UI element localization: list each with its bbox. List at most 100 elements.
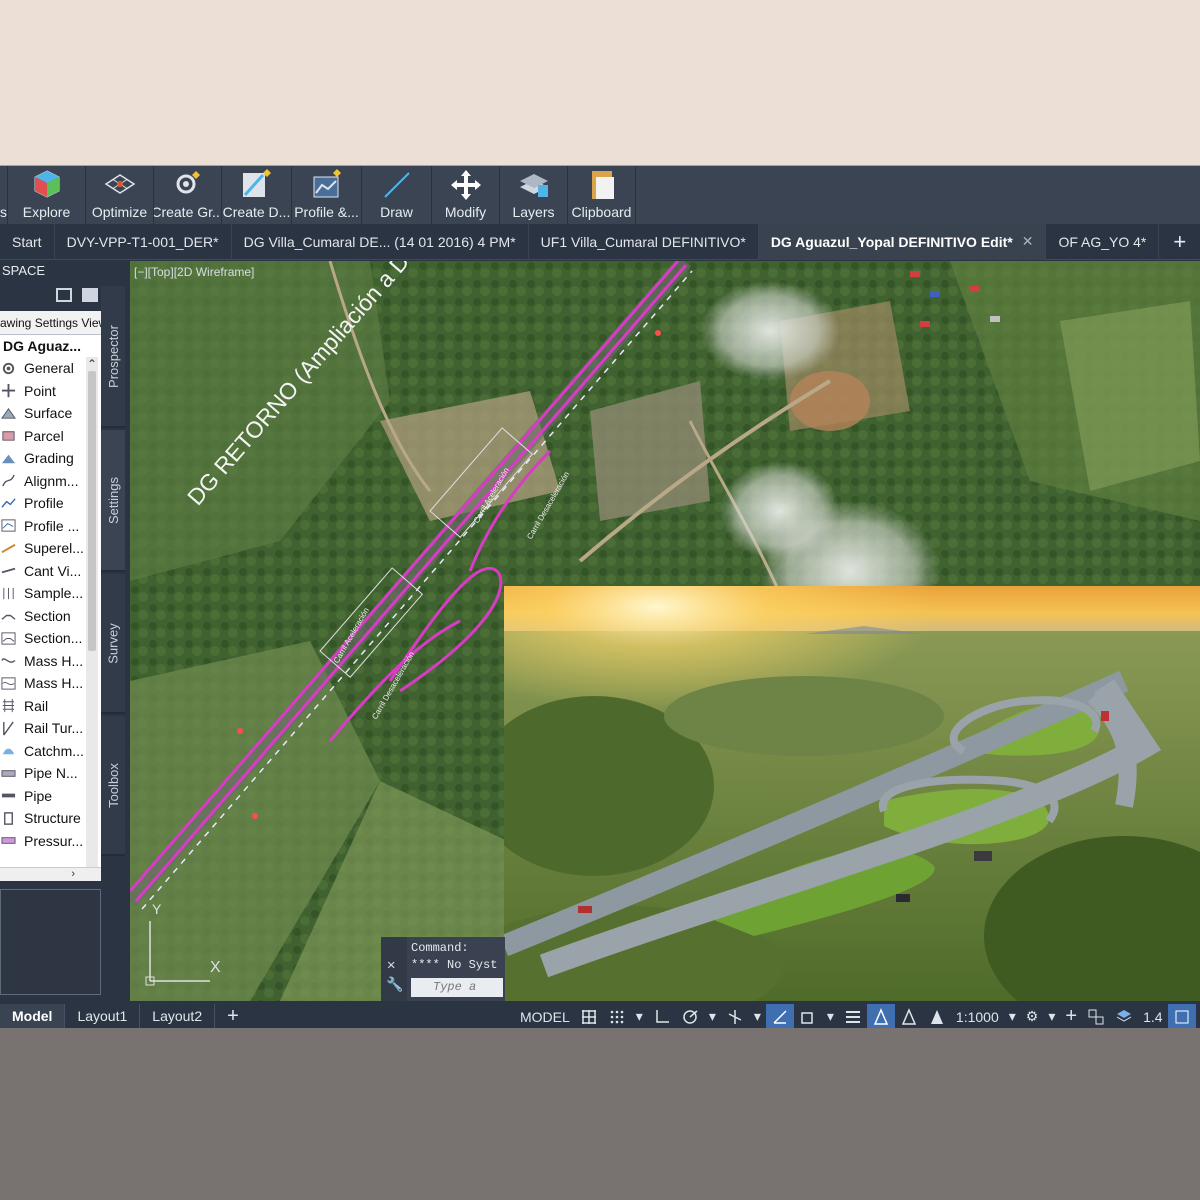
model-space-button[interactable]: MODEL (515, 1004, 575, 1028)
toolspace-palette: SPACE awing Settings View DG Aguaz... Ge… (0, 261, 101, 881)
move-arrows-icon (450, 170, 481, 200)
scroll-up-icon[interactable]: ⌃ (87, 357, 97, 371)
tab-label: DVY-VPP-T1-001_DER* (66, 233, 219, 250)
rail-turnout-icon (3, 721, 14, 736)
document-tab[interactable]: DG Aguazul_Yopal DEFINITIVO Edit* ✕ (758, 223, 1047, 260)
chevron-down-icon[interactable]: ▾ (631, 1004, 648, 1028)
tab-label: Start (12, 233, 42, 250)
grid-icon[interactable] (575, 1004, 603, 1028)
chevron-down-icon[interactable]: ▾ (1043, 1004, 1060, 1028)
workspace-icon[interactable] (1110, 1004, 1138, 1028)
ribbon-button-draw[interactable]: Draw (362, 166, 432, 224)
tree-item-label: Cant Vi... (24, 562, 82, 579)
ribbon-button-create-gr[interactable]: Create Gr... (154, 166, 222, 224)
ribbon-button-label: Profile &... (294, 204, 359, 220)
polar-icon[interactable] (676, 1004, 704, 1028)
annotation-visibility-icon[interactable] (866, 1004, 895, 1028)
close-icon[interactable]: ✕ (1022, 233, 1034, 250)
ribbon-button-layers[interactable]: Layers (500, 166, 568, 224)
tab-layout1[interactable]: Layout1 (65, 1004, 141, 1028)
annotation-scale-icon[interactable] (923, 1004, 951, 1028)
tab-model[interactable]: Model (0, 1004, 66, 1028)
ribbon-button-explore[interactable]: Explore (8, 166, 86, 224)
document-tab[interactable]: OF AG_YO 4* (1046, 223, 1160, 260)
tree-item-label: Sample... (24, 585, 84, 602)
ribbon-button-s[interactable]: s (0, 166, 8, 224)
document-tab[interactable]: UF1 Villa_Cumaral DEFINITIVO* (529, 223, 759, 260)
object-snap-tracking-icon[interactable] (765, 1004, 794, 1028)
mass-haul-icon (1, 658, 16, 664)
annotation-scale-select[interactable]: 1:1000 (951, 1004, 1004, 1028)
panel-icon (0, 167, 8, 201)
object-snap-icon[interactable] (794, 1004, 822, 1028)
horizontal-scrollbar[interactable]: › (0, 867, 101, 881)
tree-item-label: Section (24, 607, 71, 624)
ribbon-button-profile[interactable]: Profile &... (292, 166, 362, 224)
scroll-right-icon[interactable]: › (71, 868, 75, 880)
ribbon-button-create-d[interactable]: Create D... (222, 166, 292, 224)
scrollbar-thumb[interactable] (88, 371, 96, 651)
zoom-value: 1.4 (1143, 1008, 1163, 1025)
isolate-objects-icon[interactable] (1082, 1004, 1110, 1028)
tree-item-label: Point (24, 382, 56, 399)
tree-root[interactable]: DG Aguaz... (0, 335, 101, 357)
plus-icon[interactable]: + (1060, 1004, 1082, 1028)
command-history-line: **** No Syst (411, 958, 498, 972)
palette-lower-panel (0, 889, 101, 995)
sample-line-icon (3, 587, 14, 599)
pipe-icon (1, 793, 16, 798)
close-icon[interactable]: ✕ (387, 957, 395, 974)
tree-item-label: Catchm... (24, 742, 84, 759)
grading-icon (1, 454, 16, 463)
new-tab-button[interactable]: + (1159, 229, 1200, 255)
alignment-icon (2, 474, 15, 487)
chevron-down-icon[interactable]: ▾ (749, 1004, 766, 1028)
settings-tab-label[interactable]: awing Settings View (0, 311, 101, 335)
palette-options-icon[interactable] (56, 288, 72, 302)
tree-item-label: Pipe N... (24, 765, 78, 782)
autoscale-icon[interactable] (895, 1004, 923, 1028)
tree-item-label: Rail (24, 697, 49, 714)
wrench-icon[interactable]: 🔧 (386, 977, 403, 994)
chevron-down-icon[interactable]: ▾ (704, 1004, 721, 1028)
profile-view-icon (1, 519, 16, 532)
lineweight-icon[interactable] (839, 1004, 867, 1028)
tab-prospector[interactable]: Prospector (101, 286, 125, 428)
palette-panel-icon[interactable] (82, 288, 98, 302)
palette-scrollbar[interactable] (86, 357, 98, 875)
clipboard-icon (591, 171, 614, 199)
tab-layout2[interactable]: Layout2 (140, 1004, 216, 1028)
tab-toolbox[interactable]: Toolbox (101, 716, 125, 856)
chevron-down-icon[interactable]: ▾ (822, 1004, 839, 1028)
ribbon-button-label: s (0, 204, 7, 220)
command-input[interactable]: Type a (411, 978, 503, 997)
document-tab[interactable]: Start (0, 223, 55, 260)
tree-item-label: Profile ... (24, 517, 80, 534)
ribbon-button-modify[interactable]: Modify (432, 166, 500, 224)
add-layout-button[interactable]: + (215, 1004, 251, 1028)
ribbon-button-clipboard[interactable]: Clipboard (568, 166, 636, 224)
document-tab[interactable]: DG Villa_Cumaral DE... (14 01 2016) 4 PM… (232, 223, 529, 260)
parcel-icon (2, 431, 15, 441)
section-view-icon (1, 632, 16, 645)
catchment-icon (2, 748, 15, 755)
tree-item-label: Pipe (24, 787, 53, 804)
tab-survey[interactable]: Survey (101, 574, 125, 714)
fullscreen-icon[interactable] (1167, 1004, 1196, 1028)
profile-icon (1, 498, 16, 508)
grading-create-icon (176, 171, 200, 194)
chevron-down-icon[interactable]: ▾ (1004, 1004, 1021, 1028)
snap-icon[interactable] (603, 1004, 631, 1028)
gear-icon[interactable]: ⚙ (1021, 1004, 1044, 1028)
sunset-highway-image (504, 586, 1200, 1001)
surface-icon (1, 407, 16, 419)
cube-icon (34, 170, 59, 198)
design-create-icon (242, 169, 271, 197)
isodraft-icon[interactable] (721, 1004, 749, 1028)
document-tab[interactable]: DVY-VPP-T1-001_DER* (55, 223, 232, 260)
ortho-icon[interactable] (648, 1004, 676, 1028)
tab-settings[interactable]: Settings (101, 430, 125, 572)
civil3d-window: s Explore Optimize Create Gr... Create D... P… (0, 165, 1200, 1028)
viewport-controls-label[interactable]: [−][Top][2D Wireframe] (134, 265, 254, 279)
ribbon-button-optimize[interactable]: Optimize (86, 166, 154, 224)
